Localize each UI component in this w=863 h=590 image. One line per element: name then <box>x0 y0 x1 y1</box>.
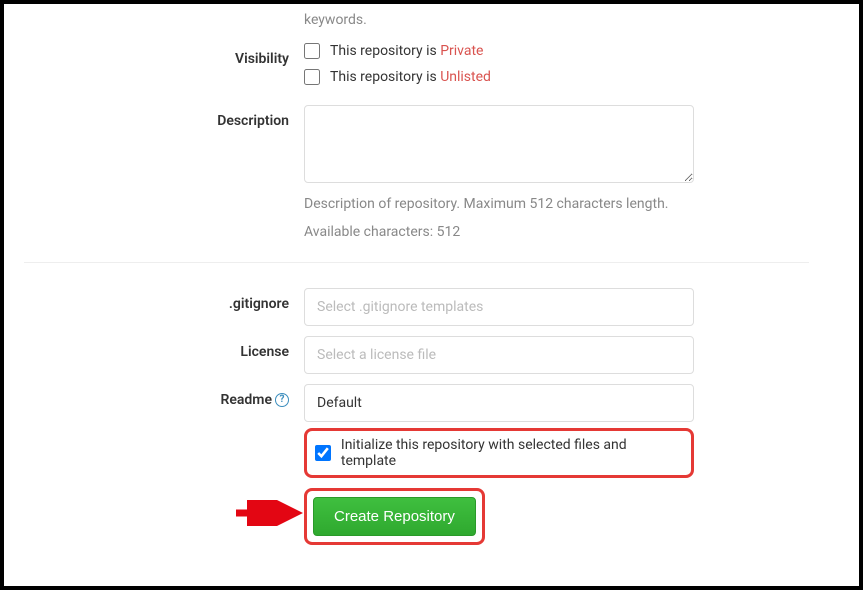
readme-row: Readme? Default Initialize this reposito… <box>4 384 829 478</box>
license-row: License Select a license file <box>4 336 829 374</box>
gitignore-row: .gitignore Select .gitignore templates <box>4 288 829 326</box>
description-help-1: Description of repository. Maximum 512 c… <box>304 195 694 215</box>
visibility-label: Visibility <box>4 43 304 67</box>
help-icon[interactable]: ? <box>275 393 289 407</box>
gitignore-select[interactable]: Select .gitignore templates <box>304 288 694 326</box>
keywords-help-text: keywords. <box>304 12 829 28</box>
description-help-2: Available characters: 512 <box>304 223 694 243</box>
visibility-private-group: This repository is Private <box>304 43 694 59</box>
description-label: Description <box>4 105 304 129</box>
visibility-row: Visibility This repository is Private Th… <box>4 43 829 95</box>
visibility-unlisted-group: This repository is Unlisted <box>304 69 694 85</box>
gitignore-label: .gitignore <box>4 288 304 312</box>
private-text: This repository is Private <box>330 43 483 59</box>
section-divider <box>24 262 809 263</box>
private-checkbox[interactable] <box>304 43 320 59</box>
description-row: Description Description of repository. M… <box>4 105 829 242</box>
create-repository-button[interactable]: Create Repository <box>313 497 476 536</box>
license-select[interactable]: Select a license file <box>304 336 694 374</box>
readme-label: Readme <box>220 392 272 408</box>
unlisted-checkbox[interactable] <box>304 69 320 85</box>
initialize-highlight-box: Initialize this repository with selected… <box>304 428 694 478</box>
private-link[interactable]: Private <box>440 43 483 59</box>
license-label: License <box>4 336 304 360</box>
unlisted-link[interactable]: Unlisted <box>440 69 491 85</box>
initialize-checkbox[interactable] <box>315 445 331 461</box>
initialize-text: Initialize this repository with selected… <box>341 437 683 469</box>
readme-select[interactable]: Default <box>304 384 694 422</box>
readme-label-container: Readme? <box>4 384 304 408</box>
create-button-highlight: Create Repository <box>304 488 485 545</box>
description-textarea[interactable] <box>304 105 694 183</box>
unlisted-text: This repository is Unlisted <box>330 69 491 85</box>
